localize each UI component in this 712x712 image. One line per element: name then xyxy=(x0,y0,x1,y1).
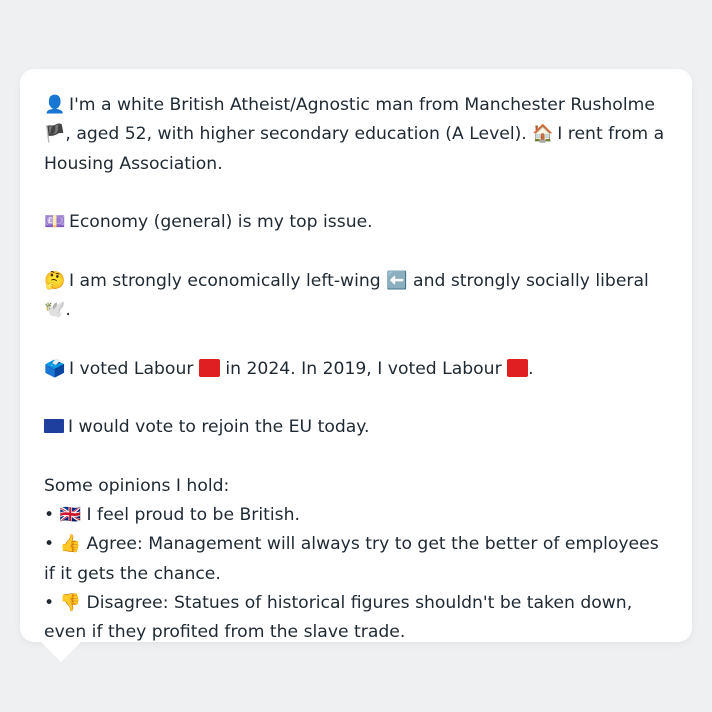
eu-text: I would vote to rejoin the EU today. xyxy=(68,417,370,438)
intro-text-b: , aged 52, with higher secondary educati… xyxy=(65,124,527,145)
ballot-box-icon: 🗳️ xyxy=(44,358,66,379)
dove-icon: 🕊️ xyxy=(44,300,66,321)
eu-paragraph: I would vote to rejoin the EU today. xyxy=(44,413,668,442)
opinion-text: Disagree: Statues of historical figures … xyxy=(44,593,633,643)
politics-paragraph: 🤔 I am strongly economically left-wing ⬅️… xyxy=(44,267,668,326)
house-icon: 🏠 xyxy=(532,124,554,145)
thumbs-up-icon: 👍 xyxy=(59,534,82,555)
opinion-item: • 👍 Agree: Management will always try to… xyxy=(44,530,668,589)
england-flag-icon: 🏴 xyxy=(44,124,66,145)
speech-bubble-tail xyxy=(40,641,82,662)
opinion-text: Agree: Management will always try to get… xyxy=(44,534,659,584)
labour-red-square-icon xyxy=(507,358,529,377)
opinion-item: • 👎 Disagree: Statues of historical figu… xyxy=(44,589,668,648)
left-arrow-icon: ⬅️ xyxy=(386,270,408,291)
opinions-heading: Some opinions I hold: xyxy=(44,475,230,496)
eu-flag-icon xyxy=(44,419,64,434)
bullet: • xyxy=(44,593,55,614)
thumbs-down-icon: 👎 xyxy=(59,593,82,614)
uk-flag-icon: 🇬🇧 xyxy=(59,505,82,526)
thinking-face-icon: 🤔 xyxy=(44,270,66,291)
opinion-text: I feel proud to be British. xyxy=(86,505,300,526)
persona-card: 👤 I'm a white British Atheist/Agnostic ma… xyxy=(20,69,692,642)
intro-paragraph: 👤 I'm a white British Atheist/Agnostic ma… xyxy=(44,91,668,179)
bullet: • xyxy=(44,505,55,526)
votes-text-c: . xyxy=(528,358,534,379)
person-icon: 👤 xyxy=(44,95,66,115)
votes-text-a: I voted Labour xyxy=(69,358,194,379)
labour-red-square-icon xyxy=(198,358,220,377)
opinion-item: • 🇬🇧 I feel proud to be British. xyxy=(44,501,668,530)
votes-text-b: in 2024. In 2019, I voted Labour xyxy=(225,358,502,379)
votes-paragraph: 🗳️ I voted Labour in 2024. In 2019, I vot… xyxy=(44,355,668,384)
intro-text-a: I'm a white British Atheist/Agnostic man… xyxy=(69,95,655,115)
politics-text-c: . xyxy=(65,300,71,321)
politics-text-b: and strongly socially liberal xyxy=(413,270,649,291)
politics-text-a: I am strongly economically left-wing xyxy=(69,270,381,291)
bullet: • xyxy=(44,534,55,555)
money-icon: 💷 xyxy=(44,212,66,233)
top-issue-text: Economy (general) is my top issue. xyxy=(69,212,373,233)
top-issue-paragraph: 💷 Economy (general) is my top issue. xyxy=(44,208,668,237)
